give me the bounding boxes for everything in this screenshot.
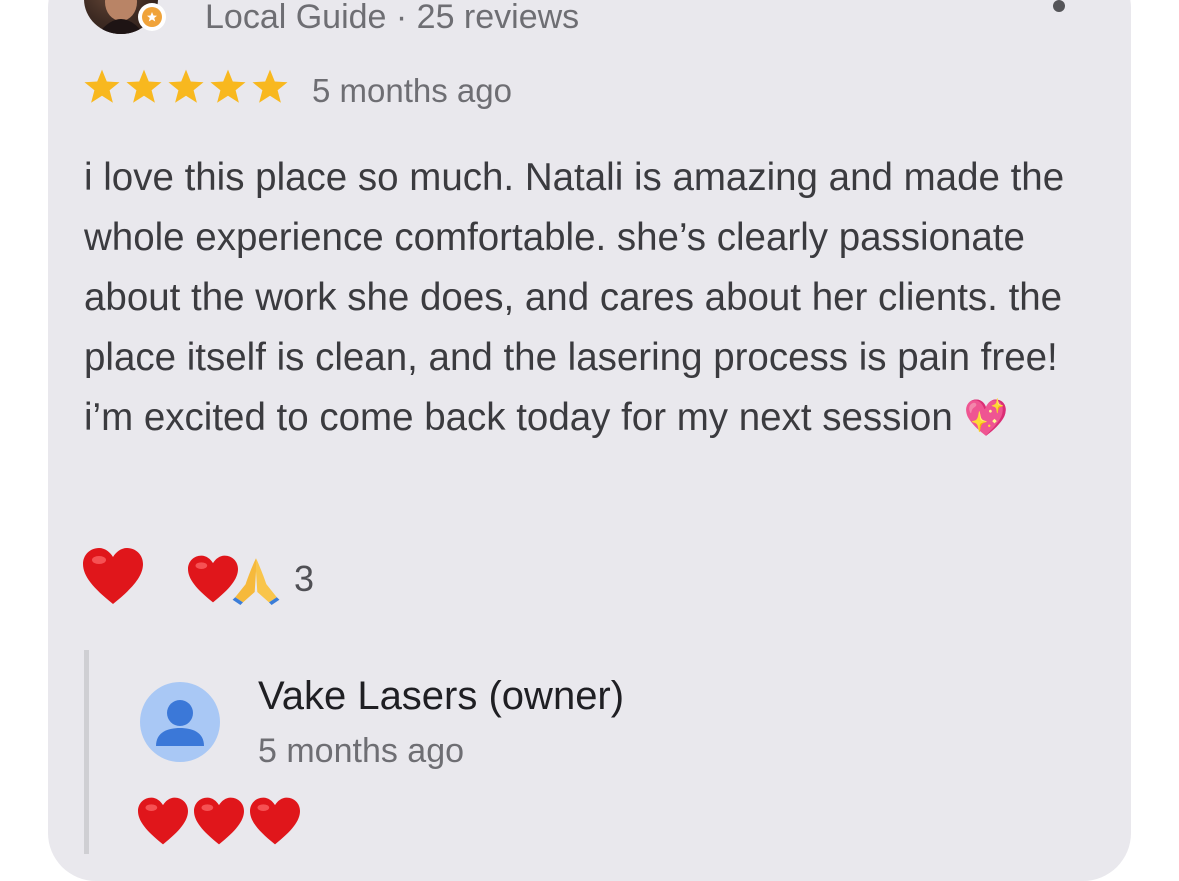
local-guide-badge-icon (138, 3, 166, 31)
star-icon (210, 69, 246, 103)
review-body: i love this place so much. Natali is ama… (84, 148, 1104, 449)
owner-avatar[interactable] (140, 682, 220, 762)
heart-icon (194, 797, 244, 845)
praying-hands-icon (232, 558, 280, 605)
sparkling-heart-icon: 💖 (963, 398, 1009, 439)
star-icon (126, 69, 162, 103)
heart-icon (83, 548, 143, 604)
person-icon (156, 700, 204, 746)
review-card: Local Guide · 25 reviews 5 months ago i … (48, 0, 1131, 881)
star-icon (168, 69, 204, 103)
star-icon (84, 69, 120, 103)
heart-icon (250, 797, 300, 845)
review-date: 5 months ago (312, 72, 512, 109)
owner-reply-text (136, 796, 302, 846)
review-text: i love this place so much. Natali is ama… (84, 156, 1065, 439)
reaction-count: 3 (294, 558, 315, 599)
star-icon (252, 69, 288, 103)
reviewer-guide-line: Local Guide · 25 reviews (205, 0, 580, 36)
owner-reply-date: 5 months ago (258, 732, 465, 770)
react-heart-button[interactable] (80, 543, 146, 609)
heart-icon (138, 797, 188, 845)
reply-divider (84, 650, 89, 854)
owner-name: Vake Lasers (owner) (258, 674, 625, 718)
reaction-summary[interactable]: 3 (186, 553, 314, 605)
star-rating (82, 68, 290, 106)
more-options-icon[interactable] (1053, 0, 1065, 12)
